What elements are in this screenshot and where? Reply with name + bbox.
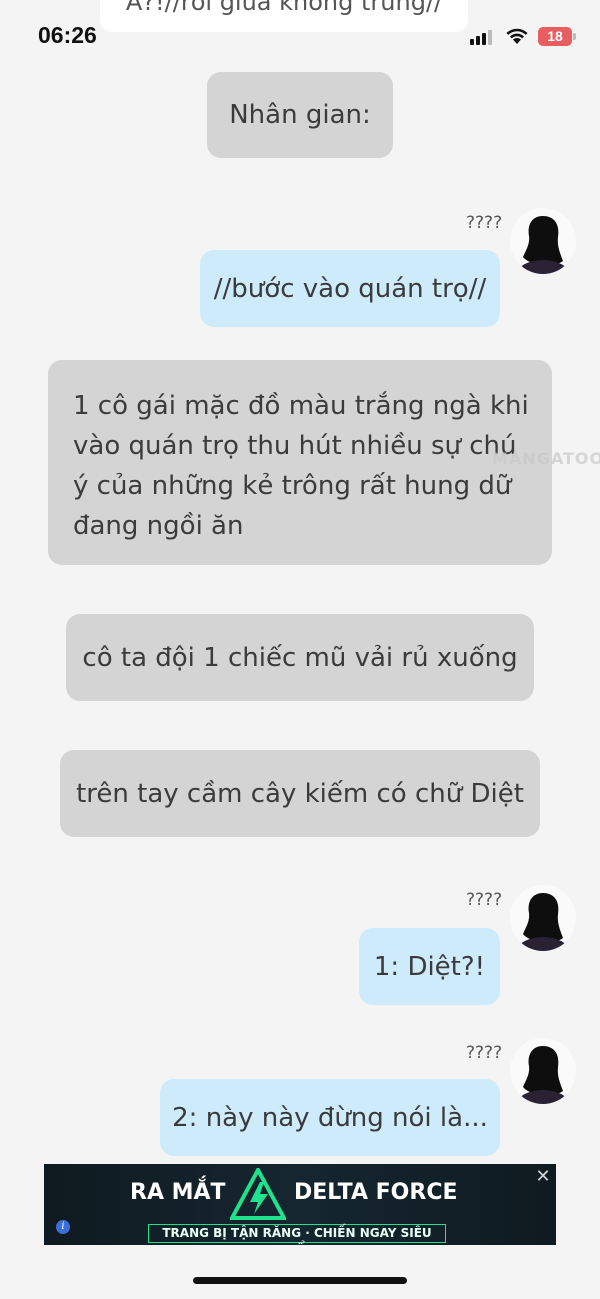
message-text: //bước vào quán trọ// xyxy=(213,273,487,304)
home-indicator[interactable] xyxy=(193,1277,407,1284)
message-text: 1 cô gái mặc đồ màu trắng ngà khi vào qu… xyxy=(73,391,529,541)
sender-name: ???? xyxy=(466,213,503,233)
avatar[interactable] xyxy=(510,885,576,951)
battery-tip xyxy=(573,33,576,40)
delta-force-logo-icon xyxy=(230,1168,286,1220)
avatar-silhouette-icon xyxy=(517,893,569,951)
signal-icon xyxy=(470,29,496,45)
avatar-silhouette-icon xyxy=(517,1046,569,1104)
sender-name: ???? xyxy=(466,1043,503,1063)
info-icon[interactable]: i xyxy=(56,1220,70,1234)
message-text: Nhân gian: xyxy=(229,100,371,130)
wifi-icon xyxy=(506,28,528,44)
narration-bubble: trên tay cầm cây kiếm có chữ Diệt xyxy=(60,750,540,837)
user-message-bubble: 1: Diệt?! xyxy=(359,928,500,1005)
watermark-text: MANGATOON xyxy=(492,449,600,468)
narration-bubble: Nhân gian: xyxy=(207,72,393,158)
avatar-silhouette-icon xyxy=(517,216,569,274)
battery-icon: 18 xyxy=(538,27,572,46)
message-text: 1: Diệt?! xyxy=(373,951,486,982)
avatar[interactable] xyxy=(510,1038,576,1104)
status-time: 06:26 xyxy=(38,22,97,48)
sender-name: ???? xyxy=(466,890,503,910)
ad-headline-right: DELTA FORCE xyxy=(294,1180,458,1205)
user-message-bubble: //bước vào quán trọ// xyxy=(200,250,500,327)
ad-banner[interactable]: RA MẮT DELTA FORCE TRANG BỊ TẬN RĂNG · C… xyxy=(44,1164,556,1245)
close-icon[interactable]: ✕ xyxy=(534,1168,552,1186)
ad-headline-left: RA MẮT xyxy=(130,1180,226,1205)
ad-subline: TRANG BỊ TẬN RĂNG · CHIẾN NGAY SIÊU PHẨM xyxy=(148,1224,446,1245)
avatar[interactable] xyxy=(510,208,576,274)
status-bar: 06:26 18 xyxy=(0,0,600,72)
narration-bubble: 1 cô gái mặc đồ màu trắng ngà khi vào qu… xyxy=(48,360,552,565)
message-text: trên tay cầm cây kiếm có chữ Diệt xyxy=(76,778,524,809)
user-message-bubble: 2: này này đừng nói là... xyxy=(160,1079,500,1156)
message-text: cô ta đội 1 chiếc mũ vải rủ xuống xyxy=(82,642,518,673)
message-text: 2: này này đừng nói là... xyxy=(172,1102,488,1133)
narration-bubble: cô ta đội 1 chiếc mũ vải rủ xuống xyxy=(66,614,534,701)
